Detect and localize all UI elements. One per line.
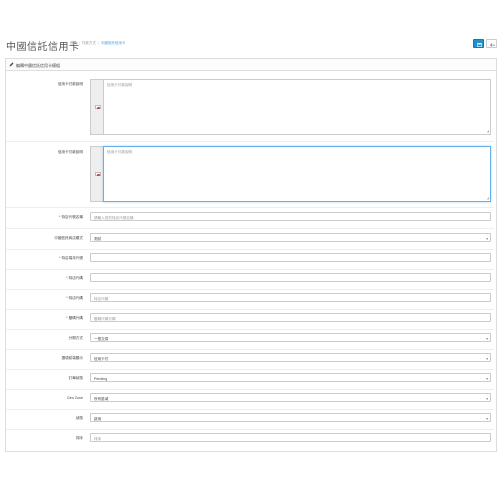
chevron-down-icon: ▾ xyxy=(486,376,488,381)
chevron-down-icon: ▾ xyxy=(486,236,488,241)
key2-input[interactable]: 特店代碼 xyxy=(90,293,491,302)
payment-desc-label: 信用卡付款說明 xyxy=(57,82,83,86)
back-button[interactable] xyxy=(486,39,497,48)
row-divider xyxy=(6,228,494,229)
breadcrumb-payment[interactable]: 付款方式 xyxy=(82,41,96,45)
geo-zone-label: Geo Zone xyxy=(67,396,83,400)
payment-desc-textarea[interactable]: 信用卡付款說明 ◢ xyxy=(103,79,491,135)
pencil-icon xyxy=(9,62,14,67)
page-title: 中國信託信用卡 xyxy=(6,42,80,53)
installment-label: 分期方式 xyxy=(68,336,83,340)
reply-icon xyxy=(490,42,495,47)
geo-zone-select[interactable]: 所有區域 ▾ xyxy=(90,393,491,402)
language-addon xyxy=(90,146,103,202)
status-label: 狀態 xyxy=(75,416,83,420)
page-header: 中國信託信用卡 首頁 | 付款方式 | 中國信託信用卡 xyxy=(0,0,500,56)
sort-order-input[interactable]: 排序 xyxy=(90,433,491,442)
row-divider xyxy=(6,289,494,290)
save-icon xyxy=(477,42,482,47)
row-divider xyxy=(6,349,494,350)
row-divider xyxy=(6,389,494,390)
store-mode-select[interactable]: 測試 ▾ xyxy=(90,233,491,242)
row-divider xyxy=(6,269,494,270)
payment-desc-placeholder: 信用卡付款說明 xyxy=(107,83,133,87)
merchant-id-input[interactable]: 請輸入您的特店代號名稱 xyxy=(90,212,491,221)
breadcrumb-current[interactable]: 中國信託信用卡 xyxy=(101,41,126,45)
payment-desc-group: 信用卡付款說明 ◢ xyxy=(90,79,491,135)
key1-label: *特店代碼 xyxy=(66,276,83,280)
term-id-input[interactable] xyxy=(90,253,491,262)
payment-note-label: 信用卡付款說明 xyxy=(57,150,83,154)
store-mode-label: 中國信託商店模式 xyxy=(54,236,83,240)
breadcrumb: 首頁 | 付款方式 | 中國信託信用卡 xyxy=(70,41,126,45)
sort-order-label: 排序 xyxy=(75,436,83,440)
order-status-label: 訂單狀態 xyxy=(68,376,83,380)
cart-mode-label: 選項前端顯示 xyxy=(61,356,83,360)
panel-title: 編輯中國信託信用卡模組 xyxy=(16,62,60,68)
order-status-select[interactable]: Pending ▾ xyxy=(90,373,491,382)
key3-input[interactable]: 壓碼代碼代碼 xyxy=(90,313,491,322)
installment-select[interactable]: 一般交易 ▾ xyxy=(90,333,491,342)
panel-heading: 編輯中國信託信用卡模組 xyxy=(6,59,496,71)
payment-note-placeholder: 信用卡付款說明 xyxy=(107,150,133,154)
term-id-label: *特店端末代號 xyxy=(59,256,83,260)
chevron-down-icon: ▾ xyxy=(486,396,488,401)
row-divider xyxy=(6,207,494,208)
flag-icon xyxy=(94,172,101,176)
chevron-down-icon: ▾ xyxy=(486,416,488,421)
payment-note-textarea[interactable]: 信用卡付款說明 ◢ xyxy=(103,146,491,202)
merchant-id-label: *特店代號名稱 xyxy=(59,215,83,219)
row-divider xyxy=(6,249,494,250)
breadcrumb-home[interactable]: 首頁 xyxy=(70,41,77,45)
language-addon xyxy=(90,79,103,135)
flag-icon xyxy=(94,105,101,109)
save-button[interactable] xyxy=(473,39,484,48)
resize-handle-icon[interactable]: ◢ xyxy=(487,196,489,200)
key3-label: *壓碼代碼 xyxy=(66,316,83,320)
chevron-down-icon: ▾ xyxy=(486,356,488,361)
row-divider xyxy=(6,409,494,410)
row-divider xyxy=(6,429,494,430)
row-divider xyxy=(6,329,494,330)
key2-label: *特店代碼 xyxy=(66,296,83,300)
key1-input[interactable] xyxy=(90,273,491,282)
resize-handle-icon[interactable]: ◢ xyxy=(487,129,489,133)
row-divider xyxy=(6,369,494,370)
row-divider xyxy=(6,309,494,310)
cart-mode-select[interactable]: 信用卡付 ▾ xyxy=(90,353,491,362)
payment-note-group: 信用卡付款說明 ◢ xyxy=(90,146,491,202)
chevron-down-icon: ▾ xyxy=(486,336,488,341)
row-divider xyxy=(6,141,494,142)
status-select[interactable]: 啟用 ▾ xyxy=(90,413,491,422)
